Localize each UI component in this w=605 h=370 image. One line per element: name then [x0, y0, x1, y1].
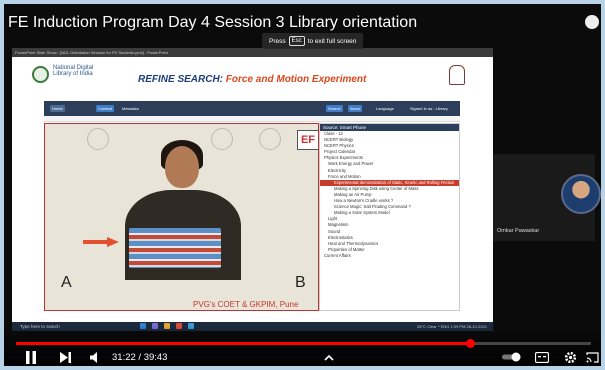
- ndl-signed-in-label[interactable]: Signed In as : Library: [408, 105, 450, 112]
- wall-sketch-icon: [259, 128, 281, 150]
- book-stack: [129, 228, 221, 268]
- progress-played: [16, 342, 471, 345]
- chevron-up-icon: [324, 355, 334, 361]
- red-arrow-icon: [83, 237, 119, 247]
- ndl-content-button[interactable]: Content: [96, 105, 115, 112]
- esc-key-label: Esc: [288, 36, 305, 46]
- ndl-toolbar: Home Content Metadata Search About Langu…: [44, 101, 460, 116]
- fullscreen-exit-toast: Press Esc to exit full screen: [262, 33, 364, 49]
- user-avatar-icon[interactable]: [585, 15, 599, 29]
- progress-thumb[interactable]: [465, 339, 475, 348]
- tree-header: Source: Smart Phone: [320, 124, 459, 131]
- autoplay-toggle[interactable]: [500, 350, 522, 364]
- ndl-about-button[interactable]: About: [348, 105, 363, 112]
- ppt-window-title: PowerPoint Slide Show - [NDL Orientation…: [12, 48, 493, 57]
- cast-button[interactable]: [584, 350, 600, 364]
- slide-header: National Digital Library of India REFINE…: [12, 57, 493, 95]
- subtitles-button[interactable]: [534, 350, 550, 364]
- ndl-search-button[interactable]: Search: [326, 105, 343, 112]
- label-b: B: [295, 274, 306, 291]
- experiment-video[interactable]: EF A B PVG's COET & GKPIM, Pune: [44, 123, 319, 311]
- ndl-logo-text: National Digital Library of India: [53, 65, 94, 77]
- ndl-metadata-button[interactable]: Metadata: [120, 105, 141, 112]
- video-player[interactable]: FE Induction Program Day 4 Session 3 Lib…: [4, 4, 601, 366]
- slide-title: REFINE SEARCH: Force and Motion Experime…: [138, 74, 366, 85]
- presenter-face: [165, 146, 199, 188]
- college-caption: PVG's COET & GKPIM, Pune: [193, 300, 299, 309]
- cast-icon: [585, 351, 599, 363]
- volume-icon: [89, 351, 97, 363]
- wall-sketch-icon: [87, 128, 109, 150]
- source-tree-panel: Source: Smart Phone Class - 12 NCERT Biol…: [319, 123, 460, 311]
- ef-badge: EF: [297, 130, 318, 150]
- next-icon: [59, 351, 71, 363]
- progress-bar[interactable]: [16, 339, 591, 348]
- institution-emblem-icon: [449, 65, 465, 85]
- volume-button[interactable]: [88, 350, 102, 364]
- shared-screen: PowerPoint Slide Show - [NDL Orientation…: [12, 48, 493, 331]
- pause-icon: [26, 350, 36, 364]
- toast-prefix: Press: [269, 37, 286, 45]
- wall-sketch-icon: [211, 128, 233, 150]
- participant-name: Omkar Pawaskar: [497, 228, 540, 234]
- settings-icon: [564, 351, 576, 363]
- time-display: 31:22 / 39:43: [112, 352, 168, 363]
- ndl-language-button[interactable]: Language: [374, 105, 396, 112]
- autoplay-toggle-icon: [502, 352, 521, 362]
- tree-list: Class - 12 NCERT Biology NCERT Physics Proj…: [320, 131, 459, 259]
- slide-title-prefix: REFINE SEARCH:: [138, 74, 224, 85]
- presentation-slide: National Digital Library of India REFINE…: [12, 57, 493, 322]
- toast-suffix: to exit full screen: [307, 37, 357, 45]
- ndl-home-button[interactable]: Home: [50, 105, 65, 112]
- video-title: FE Induction Program Day 4 Session 3 Lib…: [8, 14, 418, 31]
- breadcrumb: NDLI Home > Physics Experiments > Force …: [44, 116, 460, 130]
- tree-item[interactable]: Current Affairs: [320, 253, 459, 259]
- label-a: A: [61, 274, 72, 291]
- next-button[interactable]: [58, 350, 72, 364]
- participant-avatar: [561, 174, 601, 214]
- chevron-up-button[interactable]: [322, 351, 336, 365]
- ndl-logo-icon: [32, 66, 49, 83]
- tree-item[interactable]: Experimental demonstration of Static, Ki…: [320, 179, 459, 186]
- pause-button[interactable]: [24, 350, 38, 364]
- subtitles-icon: [535, 351, 549, 363]
- participant-tile: Omkar Pawaskar: [493, 154, 601, 241]
- settings-button[interactable]: [562, 350, 578, 364]
- slide-title-accent: Force and Motion Experiment: [225, 74, 367, 85]
